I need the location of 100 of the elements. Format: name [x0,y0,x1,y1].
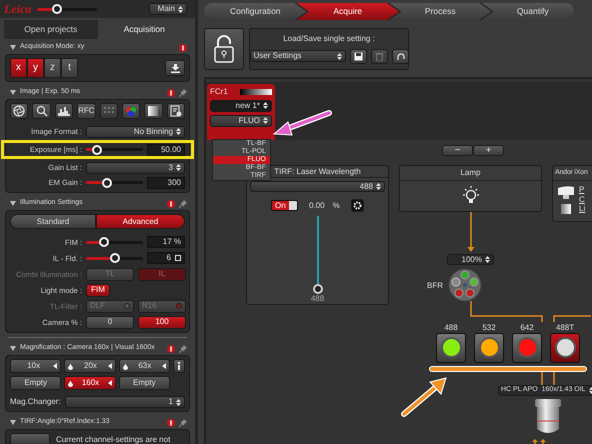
settings-button[interactable] [351,199,364,212]
save-button[interactable] [350,48,366,64]
floppy-icon [354,52,362,61]
camera-link[interactable]: P [579,185,585,195]
settings-select[interactable]: User Settings [250,50,346,62]
dropdown[interactable]: 3 [86,162,185,174]
undo-button[interactable] [392,48,408,64]
info-button[interactable] [172,359,185,373]
annotation-arrow [272,110,332,136]
objective-button[interactable]: 160x [64,376,116,390]
triangle-icon [108,380,112,386]
workflow-tab[interactable]: Process [389,3,492,20]
contrast-select[interactable]: FLUO [210,114,272,127]
workflow-tab[interactable]: Configuration [204,3,306,20]
triangle-icon [53,363,58,369]
laser-button[interactable] [436,332,466,363]
updown-icon [176,398,181,406]
channel-setting-select[interactable]: new 1* [210,100,272,112]
gradient-square-icon [561,204,571,214]
toggle-button[interactable]: 0 [86,316,134,328]
collapse-icon[interactable] [10,201,16,206]
tool-button[interactable] [32,103,51,119]
pin-icon[interactable] [179,200,187,208]
mode-tab[interactable]: Standard [10,214,96,229]
undo-icon [396,52,404,61]
objective-button[interactable]: 20x [64,359,116,373]
slider-label: 488 [310,294,324,304]
info-icon[interactable] [167,344,175,352]
pin-icon[interactable] [179,344,187,352]
updown-icon [376,183,381,190]
toggle-button[interactable]: FIM [86,284,110,296]
collapse-icon[interactable] [10,420,16,425]
lut-bar-icon [240,88,272,95]
zoom-button[interactable]: + [473,145,504,156]
panel-tab[interactable]: Open projects [4,20,98,39]
info-icon [176,362,181,370]
value-field[interactable]: 6 [147,252,185,264]
laser-label: 642 [520,323,534,333]
tool-button[interactable]: RFC [77,103,96,119]
collapse-icon[interactable] [10,90,16,95]
intensity-select[interactable]: 100% [447,254,494,265]
camera-link[interactable]: C [579,194,585,204]
camera-icon [557,185,575,201]
tool-button[interactable] [54,103,74,119]
laser-button[interactable] [550,332,580,363]
tool-button[interactable] [166,103,185,119]
dropdown[interactable]: 1 [64,396,185,408]
panel-title: Lamp [400,166,541,181]
lock-button[interactable] [204,28,244,70]
action-button[interactable] [10,433,50,444]
unit-label: % [332,201,340,211]
power-reading: 0.00 [308,201,325,211]
wavelength-select[interactable]: 488 [250,180,385,192]
tool-button[interactable] [144,103,163,119]
axis-button[interactable]: t [61,58,78,78]
objective-button[interactable]: 10x [10,359,62,373]
color-circles-icon [124,105,138,117]
info-icon[interactable] [179,44,187,52]
aperture-icon [12,105,26,117]
workflow-tab[interactable]: Quantify [482,3,574,20]
collapse-icon[interactable] [10,346,16,351]
collapse-icon[interactable] [10,45,16,50]
on-toggle[interactable]: On [271,200,298,212]
annotation-arrow [401,377,447,417]
info-icon[interactable] [167,200,175,208]
tool-button[interactable] [10,103,28,119]
laser-button[interactable] [474,332,504,363]
download-button[interactable] [165,60,185,76]
gradient-icon [146,105,160,117]
pin-icon[interactable] [179,418,187,426]
slider-thumb[interactable] [312,284,322,294]
updown-icon [263,117,268,124]
updown-icon [176,128,181,135]
mode-tab[interactable]: Advanced [96,214,185,229]
pin-icon[interactable] [179,88,187,96]
updown-icon [178,6,183,12]
zoom-button[interactable]: − [442,145,473,156]
delete-button[interactable] [370,48,388,64]
camera-link[interactable]: Li [579,204,586,214]
value-field[interactable]: 300 [147,176,185,188]
dropdown[interactable]: No Binning [86,126,185,138]
connector-line [541,371,555,386]
laser-label: 532 [482,323,496,333]
value-field[interactable]: 17 % [147,236,185,248]
axis-button[interactable]: y [27,58,44,78]
objective-button[interactable]: Empty [10,376,62,390]
info-icon[interactable] [167,418,175,426]
axis-button[interactable]: x [10,58,27,78]
axis-button[interactable]: z [44,58,61,78]
objective-button[interactable]: 63x [118,359,170,373]
padlock-icon [213,35,235,63]
filter-wheel-drawing [448,268,482,302]
info-icon[interactable] [167,88,175,96]
value-field[interactable]: 50.00 [147,144,185,156]
field-label: Mag.Changer: [10,397,61,407]
objective-button[interactable]: Empty [118,376,170,390]
workflow-tab[interactable]: Acquire [296,3,399,20]
toggle-button[interactable]: 100 [138,316,186,328]
updown-icon [485,256,490,263]
view-select[interactable]: Main [149,3,187,15]
